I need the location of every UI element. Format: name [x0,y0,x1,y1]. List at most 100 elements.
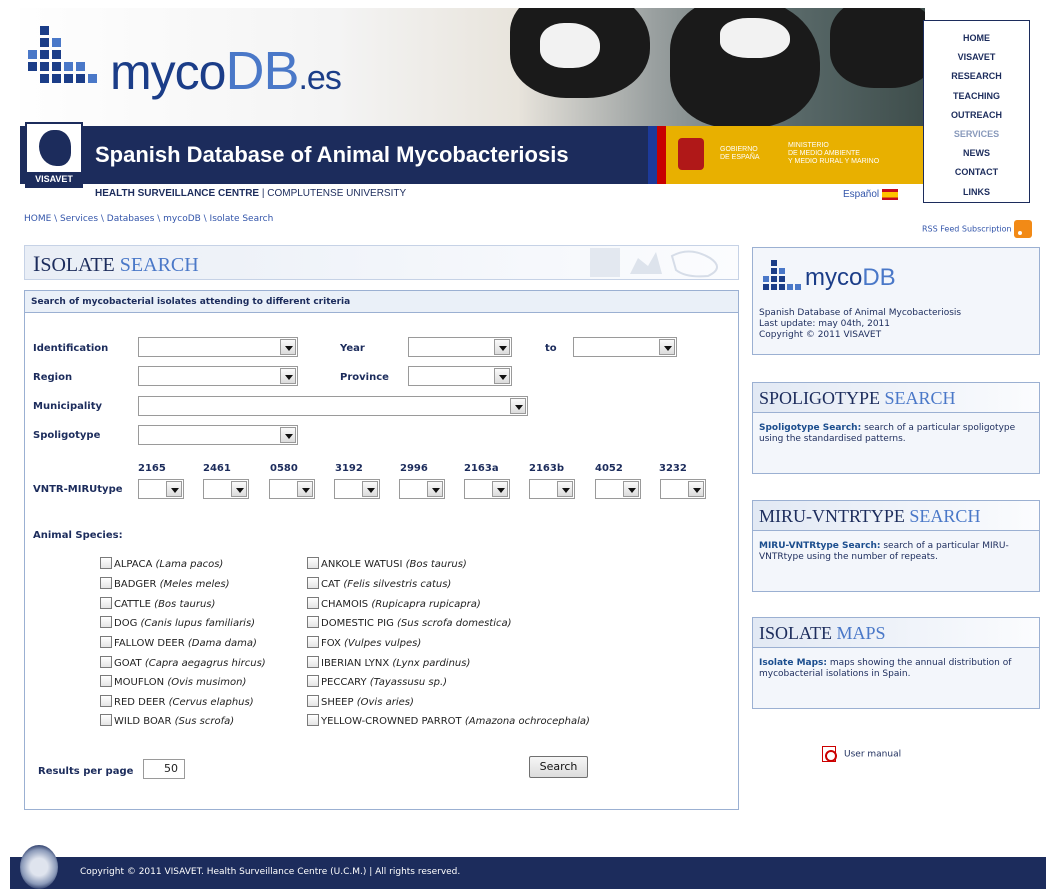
chevron-down-icon [659,339,675,355]
chevron-down-icon [623,481,639,497]
checkbox[interactable] [100,675,112,687]
checkbox[interactable] [100,616,112,628]
spoligotype-select[interactable] [138,425,298,445]
species-checkbox[interactable]: BADGER (Meles meles) [100,577,230,590]
nav-research[interactable]: RESEARCH [924,67,1029,86]
checkbox[interactable] [307,656,319,668]
nav-teaching[interactable]: TEACHING [924,87,1029,106]
region-label: Region [33,372,73,383]
species-checkbox[interactable]: IBERIAN LYNX (Lynx pardinus) [307,656,470,669]
chevron-down-icon [166,481,182,497]
vntr-select[interactable] [529,479,575,499]
visavet-logo[interactable]: VISAVET [25,122,83,188]
checkbox[interactable] [307,616,319,628]
spain-flag-icon [882,189,899,200]
chevron-down-icon [557,481,573,497]
box-title: ISOLATE MAPS [753,618,1039,648]
species-checkbox[interactable]: CHAMOIS (Rupicapra rupicapra) [307,597,481,610]
species-checkbox[interactable]: YELLOW-CROWNED PARROT (Amazona ochroceph… [307,714,590,727]
species-checkbox[interactable]: ANKOLE WATUSI (Bos taurus) [307,557,467,570]
chevron-down-icon [427,481,443,497]
identification-select[interactable] [138,337,298,357]
pdf-icon [822,746,837,762]
province-select[interactable] [408,366,512,386]
species-checkbox[interactable]: GOAT (Capra aegagrus hircus) [100,656,266,669]
spain-crest-icon [678,138,704,170]
species-checkbox[interactable]: ALPACA (Lama pacos) [100,557,223,570]
species-checkbox[interactable]: FOX (Vulpes vulpes) [307,636,421,649]
results-per-page-input[interactable]: 50 [143,759,185,779]
institution-subtitle: HEALTH SURVEILLANCE CENTRE | COMPLUTENSE… [95,188,407,199]
vntr-locus-label: 2165 [138,463,166,474]
species-checkbox[interactable]: SHEEP (Ovis aries) [307,695,414,708]
checkbox[interactable] [307,714,319,726]
species-checkbox[interactable]: WILD BOAR (Sus scrofa) [100,714,234,727]
vntr-select[interactable] [660,479,706,499]
checkbox[interactable] [307,557,319,569]
mycodb-info: Spanish Database of Animal Mycobacterios… [759,308,962,340]
nav-outreach[interactable]: OUTREACH [924,106,1029,125]
species-checkbox[interactable]: CATTLE (Bos taurus) [100,597,215,610]
university-seal-icon [20,845,58,889]
province-label: Province [340,372,389,383]
nav-visavet[interactable]: VISAVET [924,48,1029,67]
species-checkbox[interactable]: FALLOW DEER (Dama dama) [100,636,257,649]
vntr-locus-label: 0580 [270,463,298,474]
species-checkbox[interactable]: DOG (Canis lupus familiaris) [100,616,255,629]
spoligotype-search-box[interactable]: SPOLIGOTYPE SEARCH Spoligotype Search: s… [752,382,1040,474]
miru-vntrtype-search-box[interactable]: MIRU-VNTRTYPE SEARCH MIRU-VNTRtype Searc… [752,500,1040,592]
checkbox[interactable] [307,636,319,648]
checkbox[interactable] [100,656,112,668]
checkbox[interactable] [100,714,112,726]
nav-home[interactable]: HOME [924,29,1029,48]
mycodb-info-box: mycoDB Spanish Database of Animal Mycoba… [752,247,1040,355]
year-to-select[interactable] [573,337,677,357]
checkbox[interactable] [307,577,319,589]
chevron-down-icon [494,339,510,355]
vntr-select[interactable] [399,479,445,499]
nav-links[interactable]: LINKS [924,183,1029,202]
vntr-locus-label: 2163a [464,463,499,474]
breadcrumb[interactable]: HOME \ Services \ Databases \ mycoDB \ I… [24,214,273,224]
rss-subscription[interactable]: RSS Feed Subscription [922,220,1032,238]
vntr-select[interactable] [464,479,510,499]
checkbox[interactable] [307,695,319,707]
panel-heading: Search of mycobacterial isolates attendi… [25,291,738,313]
site-title: Spanish Database of Animal Mycobacterios… [95,142,569,167]
species-checkbox[interactable]: PECCARY (Tayassusu sp.) [307,675,447,688]
checkbox[interactable] [100,577,112,589]
box-description: MIRU-VNTRtype Search: search of a partic… [753,531,1039,591]
search-button[interactable]: Search [529,756,588,778]
mycodb-logo-text: mycoDB [805,264,896,291]
checkbox[interactable] [100,695,112,707]
isolate-maps-box[interactable]: ISOLATE MAPS Isolate Maps: maps showing … [752,617,1040,709]
checkbox[interactable] [307,675,319,687]
region-select[interactable] [138,366,298,386]
chevron-down-icon [362,481,378,497]
municipality-select[interactable] [138,396,528,416]
checkbox[interactable] [100,597,112,609]
nav-contact[interactable]: CONTACT [924,163,1029,182]
year-from-select[interactable] [408,337,512,357]
mycodb-logo[interactable]: mycoDB.es [20,18,500,118]
checkbox[interactable] [100,636,112,648]
species-checkbox[interactable]: MOUFLON (Ovis musimon) [100,675,246,688]
vntr-select[interactable] [138,479,184,499]
vntr-select[interactable] [269,479,315,499]
nav-services[interactable]: SERVICES [924,125,1029,144]
government-logo: GOBIERNO DE ESPAÑA MINISTERIO DE MEDIO A… [648,126,925,184]
footer-copyright: Copyright © 2011 VISAVET. Health Surveil… [80,867,461,877]
user-manual-link[interactable]: User manual [822,746,901,762]
species-checkbox[interactable]: RED DEER (Cervus elaphus) [100,695,254,708]
vntr-select[interactable] [334,479,380,499]
species-checkbox[interactable]: DOMESTIC PIG (Sus scrofa domestica) [307,616,512,629]
nav-news[interactable]: NEWS [924,144,1029,163]
vntr-select[interactable] [595,479,641,499]
checkbox[interactable] [100,557,112,569]
box-title: MIRU-VNTRTYPE SEARCH [753,501,1039,531]
search-form-panel: Search of mycobacterial isolates attendi… [24,290,739,810]
checkbox[interactable] [307,597,319,609]
vntr-select[interactable] [203,479,249,499]
species-checkbox[interactable]: CAT (Felis silvestris catus) [307,577,451,590]
language-switch[interactable]: Español [843,189,899,200]
